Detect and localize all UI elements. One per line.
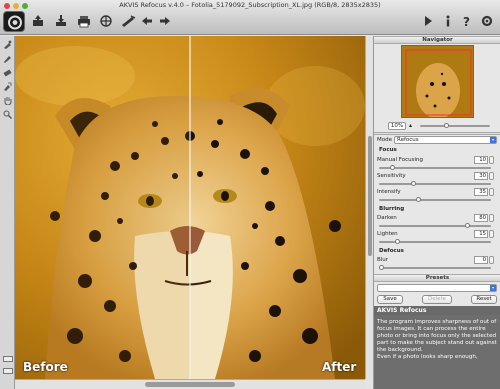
presets-header: Presets (374, 274, 500, 282)
preferences-icon[interactable] (477, 11, 497, 31)
tool-panel (0, 36, 15, 389)
intensify-slider[interactable] (379, 199, 491, 201)
navigator-header: Navigator (374, 36, 500, 44)
sensitivity-stepper[interactable] (489, 172, 494, 180)
app-window: AKVIS Refocus v.4.0 – Fotolia_5179092_Su… (0, 0, 500, 389)
mode-label: Mode (377, 137, 392, 143)
undo-icon[interactable] (137, 11, 157, 31)
compare-mode-icon[interactable] (3, 368, 13, 374)
settings-panel: Navigator 10% ▴ Mode Refocus ▾ Focus Manu… (373, 36, 500, 389)
navigator-thumbnail (402, 46, 473, 117)
save-preset-button[interactable]: Save (377, 295, 403, 304)
defocus-section-title: Defocus (379, 248, 404, 254)
info-text: The program improves sharpness of out of… (374, 315, 500, 389)
intensify-input[interactable]: 35 (474, 188, 488, 196)
brush-icon[interactable] (3, 54, 12, 63)
open-icon[interactable] (28, 11, 48, 31)
run-arrow-icon[interactable] (418, 11, 438, 31)
intensify-label: Intensify (377, 189, 401, 195)
manual-focusing-stepper[interactable] (489, 156, 494, 164)
mode-value: Refocus (397, 137, 419, 143)
after-label: After (322, 360, 357, 374)
focus-section-title: Focus (379, 147, 397, 153)
info-title: AKVIS Refocus (374, 306, 500, 315)
blurring-section-title: Blurring (379, 206, 405, 212)
darken-stepper[interactable] (489, 214, 494, 222)
navigator-preview[interactable] (401, 45, 474, 118)
zoom-slider-thumb[interactable] (444, 123, 449, 128)
darken-input[interactable]: 80 (474, 214, 488, 222)
info-description: The program improves sharpness of out of… (377, 319, 497, 360)
zoom-icon[interactable] (3, 110, 12, 119)
mode-select[interactable]: Refocus ▾ (394, 136, 497, 144)
manual-focusing-label: Manual Focusing (377, 157, 423, 163)
image-canvas[interactable]: Before After (15, 36, 365, 379)
intensify-stepper[interactable] (489, 188, 494, 196)
jaguar-photo (15, 36, 365, 379)
zoom-select[interactable]: 10% (388, 122, 406, 130)
app-logo-icon (3, 11, 25, 32)
blur-input[interactable]: 0 (474, 256, 488, 264)
settings-divider (374, 132, 500, 135)
intensify-thumb[interactable] (416, 197, 422, 202)
zoom-out-icon[interactable]: ▴ (409, 122, 412, 129)
darken-slider[interactable] (379, 225, 491, 227)
manual-focusing-input[interactable]: 10 (474, 156, 488, 164)
blur-stepper[interactable] (489, 256, 494, 264)
save-icon[interactable] (51, 11, 71, 31)
sensitivity-slider[interactable] (379, 183, 491, 185)
eraser-icon[interactable] (3, 68, 12, 77)
view-mode-icon[interactable] (3, 356, 13, 362)
lighten-input[interactable]: 15 (474, 230, 488, 238)
horizontal-scrollbar[interactable] (15, 379, 365, 389)
horizontal-scroll-thumb[interactable] (145, 382, 235, 387)
redo-icon[interactable] (155, 11, 175, 31)
sensitivity-label: Sensitivity (377, 173, 406, 179)
presets-select[interactable]: ▾ (377, 284, 497, 292)
blur-label: Blur (377, 257, 389, 263)
sensitivity-input[interactable]: 30 (474, 172, 488, 180)
delete-preset-button[interactable]: Delete (422, 295, 452, 304)
before-label: Before (23, 360, 68, 374)
manual-focusing-thumb[interactable] (389, 165, 395, 170)
svg-text:?: ? (463, 15, 470, 28)
title-bar: AKVIS Refocus v.4.0 – Fotolia_5179092_Su… (0, 0, 500, 35)
lighten-stepper[interactable] (489, 230, 494, 238)
vertical-scrollbar[interactable] (365, 36, 373, 379)
print-icon[interactable] (74, 11, 94, 31)
blur-slider[interactable] (379, 267, 491, 269)
focus-brush-icon[interactable] (3, 40, 12, 49)
hand-icon[interactable] (3, 96, 12, 106)
lighten-thumb[interactable] (395, 239, 401, 244)
lighten-label: Lighten (377, 231, 398, 237)
info-icon[interactable] (438, 11, 458, 31)
history-brush-icon[interactable] (3, 82, 12, 91)
reset-button[interactable]: Reset (471, 295, 497, 304)
darken-thumb[interactable] (464, 223, 470, 228)
share-icon[interactable] (96, 11, 116, 31)
chevron-down-icon: ▾ (490, 285, 496, 291)
run-icon[interactable] (118, 11, 138, 31)
sensitivity-thumb[interactable] (411, 181, 417, 186)
chevron-down-icon: ▾ (490, 137, 496, 143)
manual-focusing-slider[interactable] (379, 167, 491, 169)
help-icon[interactable]: ? (457, 11, 477, 31)
window-title: AKVIS Refocus v.4.0 – Fotolia_5179092_Su… (119, 1, 381, 9)
zoom-slider[interactable] (420, 125, 490, 127)
vertical-scroll-thumb[interactable] (367, 136, 372, 256)
darken-label: Darken (377, 215, 397, 221)
blur-thumb[interactable] (379, 265, 384, 270)
